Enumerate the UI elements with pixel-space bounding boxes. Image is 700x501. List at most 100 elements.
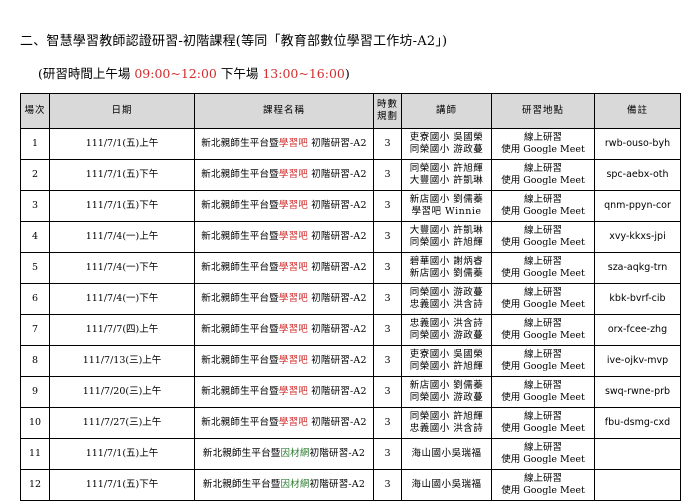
course-platform: 學習吧: [278, 169, 308, 180]
location-line2: 使用 Google Meet: [501, 454, 585, 465]
location-line1: 線上研習: [523, 411, 562, 422]
session-date: 111/7/1(五)下午: [49, 190, 195, 222]
session-date: 111/7/7(四)上午: [49, 314, 195, 346]
course-platform: 學習吧: [278, 386, 308, 397]
course-prefix: 新北親師生平台暨: [201, 417, 279, 428]
session-no: 4: [20, 221, 50, 253]
session-no: 3: [20, 190, 50, 222]
table-body: 1 111/7/1(五)上午 新北親師生平台暨學習吧 初階研習-A2 3 吏寮國小 吳國…: [20, 128, 681, 501]
time-note-middle: 下午場: [216, 66, 263, 81]
course-platform: 因材網: [280, 479, 310, 490]
course-platform: 因材網: [280, 448, 310, 459]
meeting-code[interactable]: spc-aebx-oth: [594, 159, 681, 191]
course-name: 新北親師生平台暨學習吧 初階研習-A2: [194, 190, 374, 222]
session-location: 線上研習 使用 Google Meet: [491, 221, 595, 253]
table-row: 8 111/7/13(三)上午 新北親師生平台暨學習吧 初階研習-A2 3 吏寮國小 吳…: [20, 345, 681, 377]
session-location: 線上研習 使用 Google Meet: [491, 252, 595, 284]
teacher-2: 同榮國小 許旭輝: [409, 237, 484, 248]
course-prefix: 新北親師生平台暨: [201, 324, 279, 335]
location-line2: 使用 Google Meet: [501, 299, 585, 310]
session-no: 10: [20, 407, 50, 439]
course-prefix: 新北親師生平台暨: [201, 355, 279, 366]
session-teachers: 新店國小 劉儒蓁 同榮國小 游政蔓: [401, 376, 492, 408]
session-hours: 3: [373, 159, 402, 191]
location-line1: 線上研習: [523, 287, 562, 298]
course-prefix: 新北親師生平台暨: [202, 479, 281, 490]
location-line2: 使用 Google Meet: [501, 144, 585, 155]
course-suffix: 初階研習-A2: [307, 417, 367, 428]
course-name: 新北親師生平台暨學習吧 初階研習-A2: [194, 252, 374, 284]
session-date: 111/7/4(一)下午: [49, 283, 195, 315]
location-line2: 使用 Google Meet: [501, 206, 585, 217]
table-row: 3 111/7/1(五)下午 新北親師生平台暨學習吧 初階研習-A2 3 新店國小 劉儒…: [20, 190, 681, 222]
session-teachers: 新店國小 劉儒蓁 學習吧 Winnie: [401, 190, 492, 222]
teacher-2: 新店國小 劉儒蓁: [409, 268, 484, 279]
course-platform: 學習吧: [278, 324, 308, 335]
session-no: 8: [20, 345, 50, 377]
schedule-time-note: (研習時間上午場 09:00~12:00 下午場 13:00~16:00): [38, 63, 350, 82]
course-prefix: 新北親師生平台暨: [201, 200, 279, 211]
teacher-1: 新店國小 劉儒蓁: [409, 194, 484, 205]
meeting-code[interactable]: qnm-ppyn-cor: [594, 190, 681, 222]
location-line2: 使用 Google Meet: [501, 268, 585, 279]
meeting-code[interactable]: ive-ojkv-mvp: [594, 345, 681, 377]
location-line1: 線上研習: [523, 194, 562, 205]
location-line2: 使用 Google Meet: [501, 330, 585, 341]
teacher-1: 忠義國小 洪含詩: [409, 318, 484, 329]
teacher-1: 同榮國小 許旭輝: [409, 411, 484, 422]
session-location: 線上研習 使用 Google Meet: [491, 314, 595, 346]
session-teachers: 碧華國小 謝炳睿 新店國小 劉儒蓁: [401, 252, 492, 284]
meeting-code[interactable]: swq-rwne-prb: [594, 376, 681, 408]
session-hours: 3: [373, 345, 402, 377]
session-hours: 3: [373, 283, 402, 315]
table-header-row: 場次 日期 課程名稱 時數 規劃 講師 研習地點 備註: [20, 93, 681, 129]
location-line2: 使用 Google Meet: [501, 361, 585, 372]
session-no: 2: [20, 159, 50, 191]
course-suffix: 初階研習-A2: [307, 200, 367, 211]
teacher-2: 同榮國小 許旭輝: [409, 361, 484, 372]
session-teachers: 同榮國小 許旭輝 大豐國小 許凱琳: [401, 159, 492, 191]
session-date: 111/7/20(三)上午: [49, 376, 195, 408]
course-name: 新北親師生平台暨學習吧 初階研習-A2: [194, 314, 374, 346]
meeting-code[interactable]: fbu-dsmg-cxd: [594, 407, 681, 439]
course-name: 新北親師生平台暨學習吧 初階研習-A2: [194, 345, 374, 377]
session-hours: 3: [373, 469, 402, 501]
meeting-code[interactable]: rwb-ouso-byh: [594, 128, 681, 160]
meeting-code: [594, 469, 681, 501]
course-name: 新北親師生平台暨因材網初階研習-A2: [194, 438, 374, 470]
teacher-2: 學習吧 Winnie: [411, 206, 482, 217]
header-teacher: 講師: [401, 93, 492, 129]
header-hours-line1: 時數: [376, 99, 398, 110]
header-location: 研習地點: [491, 93, 595, 129]
session-date: 111/7/1(五)下午: [49, 469, 195, 501]
session-no: 5: [20, 252, 50, 284]
session-hours: 3: [373, 252, 402, 284]
session-no: 7: [20, 314, 50, 346]
course-prefix: 新北親師生平台暨: [201, 262, 279, 273]
table-row: 7 111/7/7(四)上午 新北親師生平台暨學習吧 初階研習-A2 3 忠義國小 洪含…: [20, 314, 681, 346]
meeting-code[interactable]: kbk-bvrf-cib: [594, 283, 681, 315]
session-hours: 3: [373, 407, 402, 439]
course-prefix: 新北親師生平台暨: [201, 138, 279, 149]
location-line2: 使用 Google Meet: [501, 423, 585, 434]
teacher-1: 新店國小 劉儒蓁: [409, 380, 484, 391]
location-line2: 使用 Google Meet: [501, 237, 585, 248]
meeting-code[interactable]: xvy-kkxs-jpi: [594, 221, 681, 253]
time-note-suffix: ): [344, 66, 350, 81]
session-schedule-table: 場次 日期 課程名稱 時數 規劃 講師 研習地點 備註 1 111/7/1(五)上午…: [20, 93, 681, 501]
session-no: 12: [20, 469, 50, 501]
session-hours: 3: [373, 128, 402, 160]
header-session-no: 場次: [20, 93, 50, 129]
meeting-code[interactable]: sza-aqkg-trn: [594, 252, 681, 284]
table-row: 5 111/7/4(一)下午 新北親師生平台暨學習吧 初階研習-A2 3 碧華國小 謝炳…: [20, 252, 681, 284]
location-line1: 線上研習: [523, 380, 562, 391]
course-prefix: 新北親師生平台暨: [201, 169, 279, 180]
course-platform: 學習吧: [278, 262, 308, 273]
teacher-1: 同榮國小 許旭輝: [409, 163, 484, 174]
location-line1: 線上研習: [523, 225, 562, 236]
teacher-2: 同榮國小 游政蔓: [409, 144, 484, 155]
meeting-code[interactable]: orx-fcee-zhg: [594, 314, 681, 346]
time-note-prefix: (研習時間上午場: [38, 66, 135, 81]
morning-time: 09:00~12:00: [134, 66, 217, 81]
session-hours: 3: [373, 438, 402, 470]
